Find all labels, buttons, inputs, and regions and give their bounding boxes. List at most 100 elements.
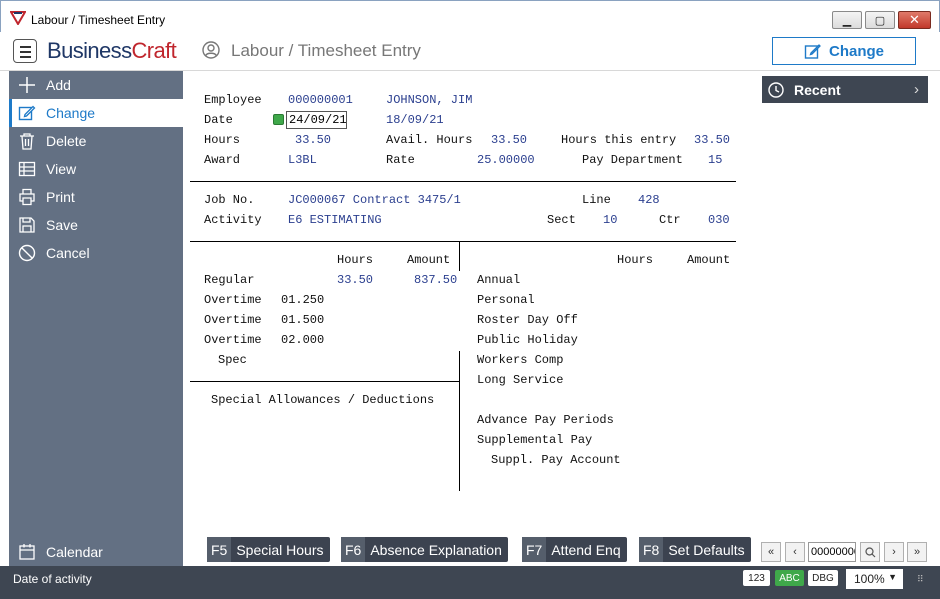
suppl-account-label: Suppl. Pay Account [491, 453, 621, 467]
annual-label: Annual [477, 273, 521, 287]
maximize-icon: ▢ [874, 14, 886, 27]
first-record-button[interactable]: « [761, 542, 781, 562]
main-panel: Employee 000000001 JOHNSON, JIM Date 24/… [183, 71, 940, 566]
employee-code-field[interactable]: 000000001 [288, 93, 353, 107]
date-display: 18/09/21 [386, 113, 444, 127]
ctr-label: Ctr [659, 213, 681, 227]
alpha-mode-badge[interactable]: ABC [775, 570, 804, 586]
sidebar-item-label: Calendar [46, 544, 103, 560]
rate-value[interactable]: 25.00000 [477, 153, 535, 167]
sidebar-item-cancel[interactable]: Cancel [9, 239, 183, 267]
advance-pay-label: Advance Pay Periods [477, 413, 614, 427]
resize-grip-icon[interactable]: ⠿ [917, 574, 924, 585]
chevron-right-icon: › [892, 546, 896, 558]
sidebar-item-calendar[interactable]: Calendar [9, 538, 183, 566]
table-icon [17, 159, 37, 179]
sidebar-item-print[interactable]: Print [9, 183, 183, 211]
special-allowances-label: Special Allowances / Deductions [211, 393, 435, 407]
hours-label: Hours [204, 133, 241, 147]
double-chevron-left-icon: « [767, 546, 775, 558]
timesheet-form: Employee 000000001 JOHNSON, JIM Date 24/… [183, 71, 753, 566]
plus-icon [17, 75, 37, 95]
public-holiday-label: Public Holiday [477, 333, 578, 347]
rate-label: Rate [386, 153, 415, 167]
sidebar-item-label: Change [46, 105, 96, 121]
pay-dept-value[interactable]: 15 [708, 153, 722, 167]
change-mode-label: Change [828, 42, 884, 60]
menu-button[interactable] [13, 39, 37, 63]
sidebar-item-delete[interactable]: Delete [9, 127, 183, 155]
page-title: Labour / Timesheet Entry [231, 41, 421, 60]
minimize-icon: ▁ [842, 14, 852, 27]
line-value[interactable]: 428 [638, 193, 660, 207]
pay-dept-label: Pay Department [582, 153, 683, 167]
sidebar-item-add[interactable]: Add [9, 71, 183, 99]
date-dropdown-icon[interactable] [273, 114, 284, 125]
save-icon [17, 215, 37, 235]
date-label: Date [204, 113, 233, 127]
sidebar-item-change[interactable]: Change [9, 99, 183, 127]
sect-label: Sect [547, 213, 576, 227]
overtime-label: Overtime [204, 333, 262, 347]
regular-hours[interactable]: 33.50 [337, 273, 373, 287]
fkey-code: F7 [522, 537, 547, 562]
special-hours-button[interactable]: F5 Special Hours [207, 537, 330, 562]
prev-record-button[interactable]: ‹ [785, 542, 805, 562]
debug-mode-badge[interactable]: DBG [808, 570, 838, 586]
absence-explanation-button[interactable]: F6 Absence Explanation [341, 537, 508, 562]
ctr-value[interactable]: 030 [708, 213, 730, 227]
zoom-select[interactable]: 100% ▼ [846, 569, 903, 589]
set-defaults-button[interactable]: F8 Set Defaults [639, 537, 751, 562]
leave-hours-column-header: Hours [617, 253, 654, 267]
menu-icon-bar [20, 56, 31, 58]
column-divider [459, 351, 460, 491]
zoom-value: 100% [854, 572, 885, 586]
chevron-right-icon: › [914, 81, 919, 98]
supplemental-pay-label: Supplemental Pay [477, 433, 593, 447]
fkey-code: F8 [639, 537, 664, 562]
close-button[interactable]: ✕ [898, 11, 931, 29]
logo-craft-text: Craft [131, 38, 177, 63]
next-record-button[interactable]: › [884, 542, 904, 562]
sidebar-item-save[interactable]: Save [9, 211, 183, 239]
maximize-button[interactable]: ▢ [865, 11, 895, 29]
avail-hours-label: Avail. Hours [386, 133, 473, 147]
edit-icon [17, 103, 37, 123]
change-mode-button[interactable]: Change [772, 37, 916, 65]
status-message: Date of activity [13, 572, 92, 586]
attend-enq-button[interactable]: F7 Attend Enq [522, 537, 627, 562]
sidebar: Add Change Delete View Print Save Cancel… [9, 71, 183, 566]
section-divider [190, 241, 736, 242]
section-divider [190, 181, 736, 182]
fkey-label: Attend Enq [551, 541, 621, 558]
chevron-down-icon: ▼ [888, 572, 897, 582]
hours-value[interactable]: 33.50 [295, 133, 331, 147]
fkey-label: Special Hours [236, 541, 324, 558]
record-number-input[interactable]: 000000001 [808, 542, 856, 562]
window-titlebar: Labour / Timesheet Entry ▁ ▢ ✕ [0, 0, 940, 32]
close-icon: ✕ [909, 12, 920, 27]
search-record-button[interactable] [860, 542, 880, 562]
job-value[interactable]: JC000067 Contract 3475/1 [288, 193, 461, 207]
user-icon [202, 41, 220, 59]
logo-business-text: Business [47, 38, 132, 63]
clock-icon [768, 81, 784, 98]
last-record-button[interactable]: » [907, 542, 927, 562]
sidebar-item-view[interactable]: View [9, 155, 183, 183]
employee-label: Employee [204, 93, 262, 107]
fkey-code: F6 [341, 537, 366, 562]
sidebar-item-label: Print [46, 189, 75, 205]
sidebar-item-label: View [46, 161, 77, 177]
printer-icon [17, 187, 37, 207]
minimize-button[interactable]: ▁ [832, 11, 862, 29]
overtime-label: Overtime [204, 293, 262, 307]
overtime-rate: 02.000 [281, 333, 325, 347]
date-input[interactable]: 24/09/21 [286, 111, 347, 129]
activity-value[interactable]: E6 ESTIMATING [288, 213, 382, 227]
award-value[interactable]: L3BL [288, 153, 317, 167]
numeric-mode-badge[interactable]: 123 [743, 570, 770, 586]
section-divider [190, 381, 459, 382]
edit-icon [804, 43, 821, 59]
recent-panel-toggle[interactable]: Recent › [762, 76, 928, 103]
sect-value[interactable]: 10 [603, 213, 617, 227]
